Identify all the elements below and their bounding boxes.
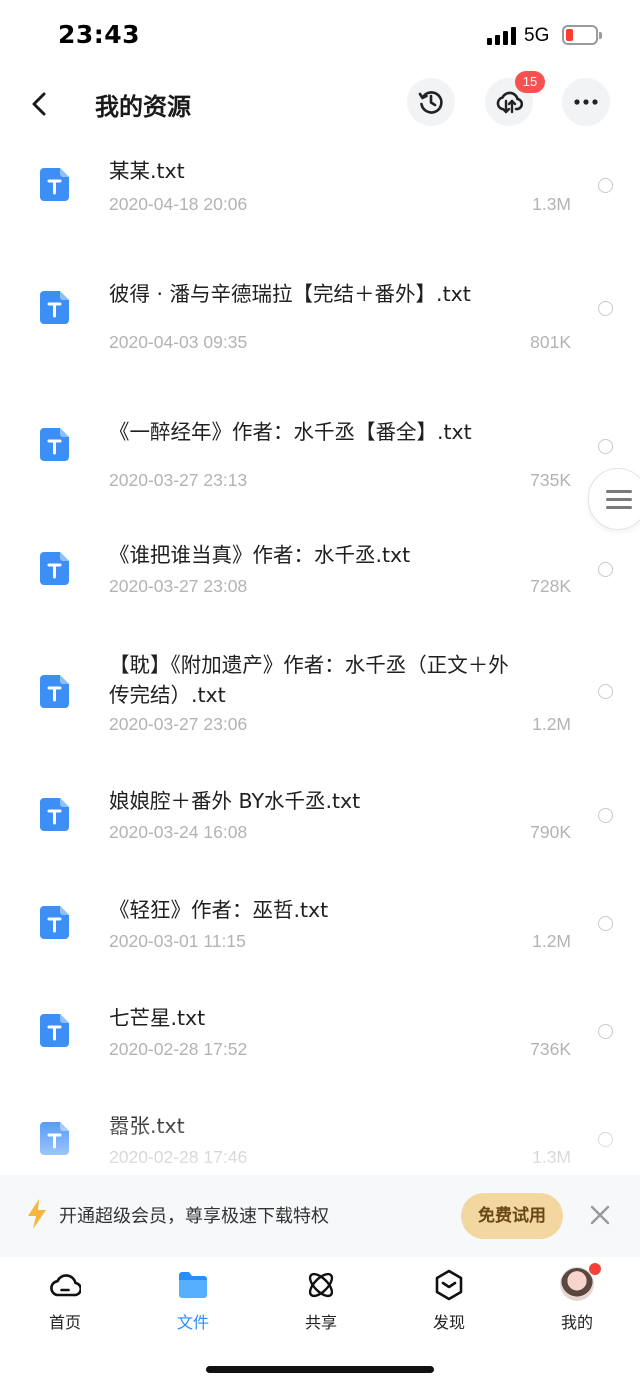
close-icon[interactable] [588,1203,612,1227]
file-item[interactable]: 某某.txt 2020-04-18 20:06 1.3M [0,140,640,260]
file-size: 1.2M [532,931,571,951]
file-item[interactable]: 彼得 · 潘与辛德瑞拉【完结＋番外】.txt 2020-04-03 09:35 … [0,260,640,385]
txt-file-icon [40,906,69,939]
more-button[interactable] [562,78,610,126]
network-label: 5G [524,25,550,46]
select-checkbox[interactable] [598,808,613,823]
battery-icon [562,25,602,45]
file-item[interactable]: 嚣张.txt 2020-02-28 17:46 1.3M [0,1091,640,1175]
tab-me[interactable]: 我的 [527,1263,627,1337]
page-title: 我的资源 [95,93,191,121]
file-list: 某某.txt 2020-04-18 20:06 1.3M 彼得 · 潘与辛德瑞拉… [0,140,640,1175]
notification-dot [589,1263,601,1275]
file-date: 2020-03-01 11:15 [109,931,246,951]
home-indicator [206,1366,434,1373]
file-date: 2020-03-24 16:08 [109,822,248,842]
file-date: 2020-04-03 09:35 [109,332,248,352]
transfer-count-badge: 15 [515,71,545,93]
select-checkbox[interactable] [598,439,613,454]
file-size: 728K [530,576,571,596]
tab-share[interactable]: 共享 [271,1265,371,1337]
free-trial-button[interactable]: 免费试用 [461,1193,563,1239]
file-date: 2020-02-28 17:52 [109,1039,248,1059]
file-name: 【耽】《附加遗产》作者：水千丞（正文＋外传完结）.txt [109,653,509,707]
select-checkbox[interactable] [598,562,613,577]
more-icon [574,99,598,105]
txt-file-icon [40,798,69,831]
txt-file-icon [40,168,69,201]
txt-file-icon [40,1122,69,1155]
history-button[interactable] [407,78,455,126]
file-date: 2020-04-18 20:06 [109,194,248,214]
file-size: 1.2M [532,714,571,734]
file-size: 1.3M [532,194,571,214]
file-size: 801K [530,332,571,352]
txt-file-icon [40,291,69,324]
file-name: 《一醉经年》作者：水千丞【番全】.txt [109,420,472,444]
select-checkbox[interactable] [598,301,613,316]
signal-icon [487,27,517,45]
file-item[interactable]: 七芒星.txt 2020-02-28 17:52 736K [0,983,640,1091]
file-size: 735K [530,470,571,490]
file-name: 某某.txt [109,159,185,183]
file-item[interactable]: 《一醉经年》作者：水千丞【番全】.txt 2020-03-27 23:13 73… [0,385,640,520]
file-item[interactable]: 《谁把谁当真》作者：水千丞.txt 2020-03-27 23:08 728K [0,520,640,630]
file-date: 2020-03-27 23:06 [109,714,248,734]
file-size: 790K [530,822,571,842]
history-icon [418,91,443,114]
back-button[interactable] [22,84,58,124]
tab-discover[interactable]: 发现 [399,1265,499,1337]
file-name: 嚣张.txt [109,1114,185,1138]
file-item[interactable]: 《轻狂》作者：巫哲.txt 2020-03-01 11:15 1.2M [0,875,640,983]
txt-file-icon [40,552,69,585]
file-date: 2020-03-27 23:08 [109,576,248,596]
status-time: 23:43 [58,20,141,49]
file-date: 2020-03-27 23:13 [109,470,248,490]
promo-text: 开通超级会员，尊享极速下载特权 [59,1206,329,1227]
side-menu-handle[interactable] [588,468,640,530]
file-size: 1.3M [532,1147,571,1167]
tab-label: 首页 [48,1313,81,1332]
cloud-icon [50,1274,81,1297]
tab-label: 我的 [560,1313,593,1332]
tab-files[interactable]: 文件 [143,1265,243,1337]
file-name: 娘娘腔＋番外 BY水千丞.txt [109,789,361,813]
tab-label: 发现 [432,1313,465,1332]
file-date: 2020-02-28 17:46 [109,1147,248,1167]
select-checkbox[interactable] [598,178,613,193]
cloud-transfer-icon [496,91,523,114]
file-name: 《谁把谁当真》作者：水千丞.txt [109,543,411,567]
status-bar: 23:43 5G [0,0,640,70]
select-checkbox[interactable] [598,916,613,931]
file-size: 736K [530,1039,571,1059]
select-checkbox[interactable] [598,1132,613,1147]
select-checkbox[interactable] [598,1024,613,1039]
vip-promo-bar: 开通超级会员，尊享极速下载特权 免费试用 [0,1175,640,1257]
discover-icon [435,1269,463,1301]
file-item[interactable]: 娘娘腔＋番外 BY水千丞.txt 2020-03-24 16:08 790K [0,765,640,875]
chevron-left-icon [32,92,46,116]
txt-file-icon [40,428,69,461]
select-checkbox[interactable] [598,684,613,699]
folder-icon [179,1272,207,1298]
file-item[interactable]: 【耽】《附加遗产》作者：水千丞（正文＋外传完结）.txt 2020-03-27 … [0,630,640,765]
txt-file-icon [40,1014,69,1047]
file-name: 彼得 · 潘与辛德瑞拉【完结＋番外】.txt [109,282,471,306]
tab-label: 文件 [176,1313,209,1332]
lightning-icon [28,1199,46,1229]
file-name: 七芒星.txt [109,1006,206,1030]
txt-file-icon [40,675,69,708]
file-name: 《轻狂》作者：巫哲.txt [109,898,329,922]
tab-home[interactable]: 首页 [15,1265,115,1337]
tab-label: 共享 [304,1313,337,1332]
atom-icon [308,1272,334,1298]
